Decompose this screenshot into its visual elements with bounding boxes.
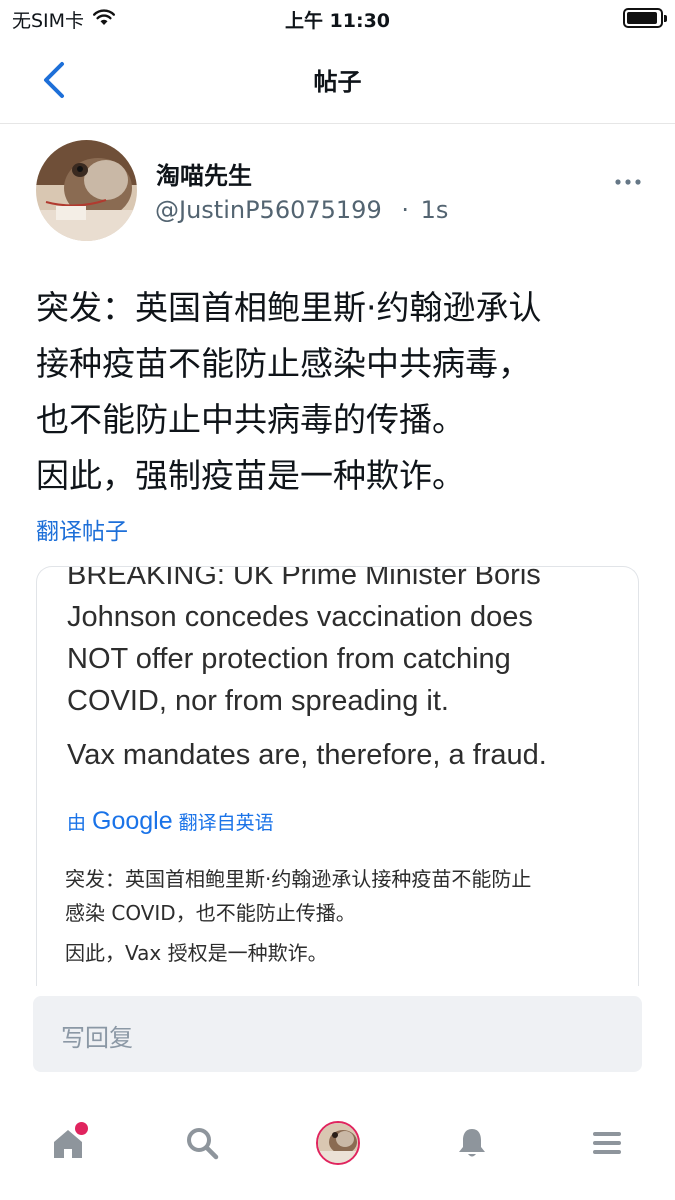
google-suffix: 翻译自英语: [178, 812, 274, 834]
home-notification-dot: [75, 1122, 88, 1135]
original-text-line: Johnson concedes vaccination does: [67, 601, 533, 633]
post-text-line: 突发：英国首相鲍里斯·约翰逊承认: [36, 288, 542, 327]
more-horizontal-icon: [615, 179, 641, 185]
bell-icon: [459, 1129, 485, 1157]
post-media-image[interactable]: BREAKING: UK Prime Minister Boris Johnso…: [36, 566, 639, 986]
post-text-line: 也不能防止中共病毒的传播。: [36, 400, 465, 439]
tab-notifications[interactable]: [447, 1118, 497, 1168]
tab-search[interactable]: [177, 1118, 227, 1168]
status-bar: 无SIM卡 上午 11:30: [0, 0, 675, 36]
clock: 上午 11:30: [284, 10, 391, 32]
tab-profile[interactable]: [313, 1118, 363, 1168]
battery-icon: [623, 8, 667, 28]
translate-post-link[interactable]: 翻译帖子: [36, 512, 128, 546]
original-text-line: Vax mandates are, therefore, a fraud.: [67, 739, 547, 771]
reply-placeholder: 写回复: [61, 1024, 133, 1052]
translated-text-line: 因此，Vax 授权是一种欺诈。: [65, 941, 328, 965]
more-options-button[interactable]: [610, 164, 646, 200]
app-screen: 无SIM卡 上午 11:30 帖子 淘喵先生 @JustinP56075199 …: [0, 0, 675, 1200]
meta-separator: ·: [401, 196, 409, 224]
reply-input[interactable]: 写回复: [33, 996, 642, 1072]
google-prefix: 由: [67, 812, 87, 834]
author-avatar[interactable]: [36, 140, 137, 241]
page-title: 帖子: [313, 68, 362, 96]
post-text-line: 因此，强制疫苗是一种欺诈。: [36, 456, 465, 495]
post-time: 1s: [420, 196, 449, 224]
author-handle-row: @JustinP56075199 · 1s: [155, 196, 448, 224]
profile-avatar: [316, 1121, 360, 1165]
menu-icon: [593, 1132, 621, 1154]
google-translate-credit: 由 Google 翻译自英语: [67, 807, 274, 836]
nav-header: 帖子: [0, 36, 675, 124]
original-text-line: BREAKING: UK Prime Minister Boris: [67, 566, 541, 591]
google-logo: Google: [92, 807, 173, 835]
tab-home[interactable]: [43, 1118, 93, 1168]
post-body: 突发：英国首相鲍里斯·约翰逊承认 接种疫苗不能防止感染中共病毒， 也不能防止中共…: [36, 280, 646, 504]
translated-text-line: 感染 COVID，也不能防止传播。: [65, 901, 356, 925]
author-display-name[interactable]: 淘喵先生: [156, 156, 252, 191]
original-text-line: COVID, nor from spreading it.: [67, 685, 449, 717]
bottom-tab-bar: [0, 1100, 675, 1200]
tab-menu[interactable]: [582, 1118, 632, 1168]
post-text-line: 接种疫苗不能防止感染中共病毒，: [36, 344, 531, 383]
author-handle[interactable]: @JustinP56075199: [155, 196, 382, 224]
translated-text-line: 突发：英国首相鲍里斯·约翰逊承认接种疫苗不能防止: [65, 867, 532, 891]
original-text-line: NOT offer protection from catching: [67, 643, 511, 675]
search-icon: [187, 1128, 219, 1160]
